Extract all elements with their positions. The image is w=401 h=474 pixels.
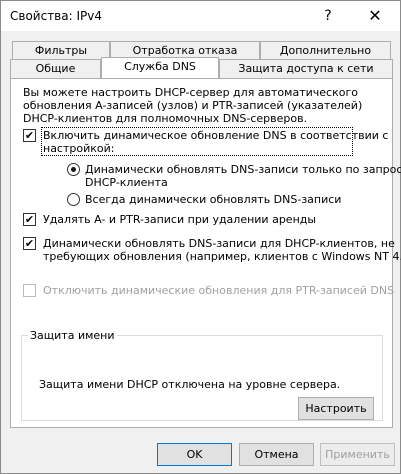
enable-dynamic-dns-label-cont[interactable]: настройкой:	[43, 142, 114, 155]
update-on-request-radio[interactable]	[67, 163, 80, 176]
delete-records-label[interactable]: Удалять A- и PTR-записи при удалении аре…	[43, 213, 316, 226]
help-icon[interactable]: ?	[313, 6, 343, 26]
configure-button[interactable]: Настроить	[298, 397, 374, 420]
tab-network-access-protection[interactable]: Защита доступа к сети	[219, 59, 393, 78]
name-protection-status: Защита имени DHCP отключена на уровне се…	[39, 378, 341, 391]
delete-records-checkbox[interactable]: ✔	[23, 213, 36, 226]
update-non-requesting-checkbox[interactable]: ✔	[23, 237, 36, 250]
tab-label: Дополнительно	[279, 44, 372, 57]
update-on-request-label[interactable]: Динамически обновлять DNS-записи только …	[85, 163, 401, 176]
intro-line-2: обновления A-записей (узлов) и PTR-запис…	[23, 99, 363, 112]
enable-dynamic-dns-checkbox[interactable]: ✔	[23, 129, 36, 142]
update-on-request-label-cont[interactable]: DHCP-клиента	[85, 176, 168, 189]
tab-filters[interactable]: Фильтры	[12, 41, 110, 60]
tab-advanced[interactable]: Дополнительно	[260, 41, 391, 60]
properties-dialog: Свойства: IPv4 ? ✕ Фильтры Отработка отк…	[0, 0, 401, 474]
update-non-requesting-label-cont[interactable]: требующих обновления (например, клиентов…	[43, 250, 401, 263]
tab-dns[interactable]: Служба DNS	[101, 57, 219, 78]
disable-ptr-checkbox	[23, 284, 36, 297]
title-bar: Свойства: IPv4 ? ✕	[1, 1, 400, 31]
name-protection-group-label: Защита имени	[28, 329, 117, 342]
tab-label: Фильтры	[34, 44, 88, 57]
tab-label: Служба DNS	[124, 60, 196, 73]
intro-line-1: Вы можете настроить DHCP-сервер для авто…	[23, 86, 358, 99]
disable-ptr-label: Отключить динамические обновления для PT…	[43, 284, 395, 297]
close-icon[interactable]: ✕	[357, 4, 393, 28]
update-non-requesting-label[interactable]: Динамически обновлять DNS-записи для DHC…	[43, 237, 395, 250]
cancel-button[interactable]: Отмена	[239, 443, 314, 466]
tab-label: Защита доступа к сети	[238, 62, 374, 75]
apply-button: Применить	[320, 443, 395, 466]
always-update-radio[interactable]	[67, 193, 80, 206]
enable-dynamic-dns-label[interactable]: Включить динамическое обновление DNS в с…	[43, 129, 388, 142]
dns-tab-panel: Вы можете настроить DHCP-сервер для авто…	[10, 78, 401, 428]
tab-general[interactable]: Общие	[10, 59, 101, 78]
tab-label: Отработка отказа	[132, 44, 238, 57]
name-protection-group: Защита имени Защита имени DHCP отключена…	[21, 329, 383, 421]
intro-line-3: DHCP-клиентов для полномочных DNS-сервер…	[23, 112, 308, 125]
radio-selected-dot	[71, 167, 76, 172]
tab-label: Общие	[35, 62, 76, 75]
ok-button[interactable]: OK	[157, 443, 232, 466]
always-update-label[interactable]: Всегда динамически обновлять DNS-записи	[85, 193, 341, 206]
window-title: Свойства: IPv4	[10, 9, 102, 23]
